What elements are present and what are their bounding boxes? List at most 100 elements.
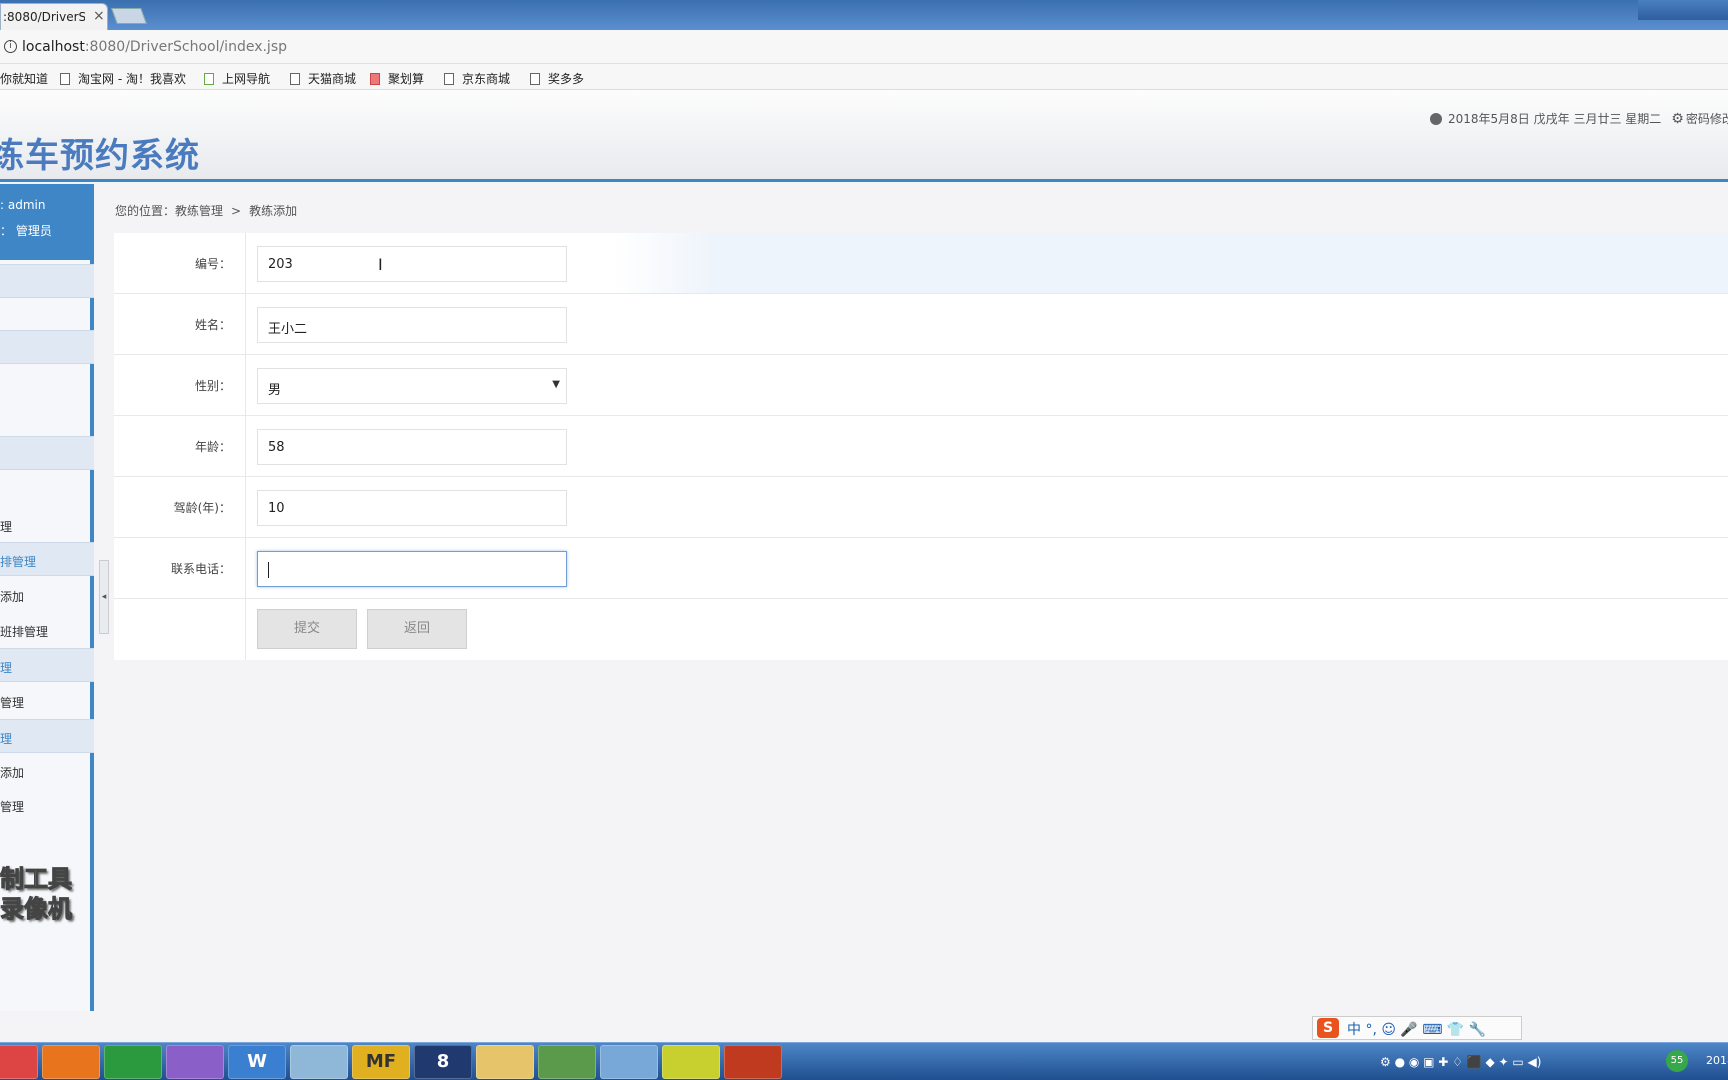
vmware-icon[interactable] — [600, 1045, 658, 1079]
form-actions: 提交 返回 — [114, 599, 1728, 660]
ibeam-cursor-icon: I — [378, 255, 383, 274]
field-label: 性别： — [194, 379, 231, 393]
sidebar-item-label: 理 — [0, 520, 13, 534]
recorder-icon[interactable] — [724, 1045, 782, 1079]
sidebar-section[interactable] — [0, 436, 94, 470]
firefox-icon[interactable] — [42, 1045, 100, 1079]
back-button[interactable]: 返回 — [367, 609, 467, 649]
sidebar-section[interactable] — [0, 330, 94, 364]
bookmark-item[interactable]: 淘宝网 - 淘！我喜欢 — [60, 70, 186, 87]
form-row-age: 年龄： 58 — [114, 416, 1728, 477]
gender-select-value: 男 — [268, 383, 282, 398]
picasa-icon[interactable] — [166, 1045, 224, 1079]
dropdown-arrow-icon: ▼ — [552, 379, 560, 390]
sidebar-item[interactable]: 理 — [0, 508, 94, 542]
text-caret — [268, 562, 269, 578]
close-icon[interactable]: × — [93, 8, 105, 24]
sidebar-item-label: 管理 — [0, 696, 25, 710]
sidebar-item[interactable] — [0, 366, 94, 400]
label-cell: 姓名： — [114, 294, 246, 355]
bookmark-item[interactable]: 京东商城 — [444, 70, 510, 87]
sidebar-section[interactable]: 理 — [0, 719, 94, 753]
gear-icon[interactable]: ⚙ — [1671, 111, 1684, 127]
submit-button[interactable]: 提交 — [257, 609, 357, 649]
bookmark-item[interactable]: 聚划算 — [370, 70, 424, 87]
user-name: : admin — [0, 198, 46, 212]
page-icon — [530, 73, 540, 85]
user-info: : admin ： 管理员 — [0, 184, 94, 260]
url-path: :8080/DriverSchool/index.jsp — [84, 39, 288, 55]
chrome-icon[interactable] — [0, 1045, 38, 1079]
folder-icon[interactable] — [476, 1045, 534, 1079]
label-cell — [114, 599, 246, 660]
ime-status[interactable]: 中 °, ☺ 🎤 ⌨ 👕 🔧 — [1347, 1019, 1486, 1039]
sidebar-item-label: 排管理 — [0, 555, 37, 569]
bookmark-item[interactable]: 奖多多 — [530, 70, 584, 87]
label-cell: 编号： — [114, 233, 246, 294]
ime-toolbar[interactable]: S 中 °, ☺ 🎤 ⌨ 👕 🔧 — [1312, 1016, 1522, 1040]
label-cell: 联系电话： — [114, 538, 246, 599]
form-row-id: 编号： 203 — [114, 233, 1728, 294]
new-tab-button[interactable] — [111, 8, 147, 24]
sidebar-item[interactable] — [0, 299, 94, 333]
sidebar-item[interactable]: 班排管理 — [0, 613, 94, 647]
field-label: 年龄： — [194, 440, 231, 454]
gender-select[interactable]: 男 ▼ — [257, 368, 567, 404]
sogou-icon[interactable]: S — [1317, 1018, 1339, 1038]
music-icon[interactable] — [662, 1045, 720, 1079]
url-host: localhost — [22, 39, 85, 55]
network-badge-icon[interactable]: 55 — [1666, 1050, 1688, 1072]
sidebar-section[interactable] — [0, 264, 94, 298]
window-controls[interactable] — [1638, 0, 1728, 20]
sidebar-collapse-handle[interactable]: ◂ — [99, 560, 109, 634]
driving-years-input[interactable]: 10 — [257, 490, 567, 526]
sidebar-item[interactable]: 添加 — [0, 754, 94, 788]
sidebar-section[interactable]: 排管理 — [0, 542, 94, 576]
sidebar-item[interactable]: 管理 — [0, 684, 94, 718]
url-text[interactable]: localhost:8080/DriverSchool/index.jsp — [22, 39, 287, 55]
page-icon — [290, 73, 300, 85]
bookmark-label: 奖多多 — [548, 72, 585, 86]
recorder-watermark: 制工具 录像机 — [0, 864, 73, 924]
password-change-link[interactable]: 密码修改 — [1686, 112, 1728, 126]
breadcrumb-current: 教练添加 — [249, 204, 298, 218]
tab-title: :8080/DriverS — [3, 10, 85, 24]
name-input[interactable]: 王小二 — [257, 307, 567, 343]
phone-input[interactable] — [257, 551, 567, 587]
bookmark-item[interactable]: 上网导航 — [204, 70, 270, 87]
form-row-phone: 联系电话： — [114, 538, 1728, 599]
page-icon — [444, 73, 454, 85]
info-icon[interactable]: i — [4, 40, 17, 53]
breadcrumb-separator: > — [231, 204, 242, 218]
header-info: 2018年5月8日 戊戌年 三月廿三 星期二 ⚙ 密码修改 — [1430, 110, 1728, 127]
field-label: 姓名： — [194, 318, 231, 332]
sidebar-section[interactable]: 理 — [0, 648, 94, 682]
browser-tabbar: :8080/DriverS × — [0, 0, 1728, 30]
chart-app-icon[interactable] — [538, 1045, 596, 1079]
sidebar-item-label: 管理 — [0, 800, 25, 814]
ie-icon[interactable] — [104, 1045, 162, 1079]
bookmark-item[interactable]: 你就知道 — [0, 70, 48, 87]
taskbar: W MF 8 ⚙ ● ◉ ▣ ✚ ♢ ⬛ ◆ ✦ ▭ ◀) — [0, 1042, 1728, 1080]
app-title: 练车预约系统 — [0, 136, 200, 176]
browser-tab[interactable]: :8080/DriverS × — [0, 3, 108, 30]
address-bar[interactable]: i localhost:8080/DriverSchool/index.jsp — [0, 30, 1728, 64]
id-input[interactable]: 203 — [257, 246, 567, 282]
sidebar: : admin ： 管理员 理 排管理 添加 班排管理 理 管理 理 添加 管理… — [0, 184, 94, 1011]
watermark-line: 制工具 — [0, 865, 73, 894]
mf-icon[interactable]: MF — [352, 1045, 410, 1079]
bookmark-item[interactable]: 天猫商城 — [290, 70, 356, 87]
tray-clock[interactable]: 2018 — [1706, 1054, 1728, 1067]
coach-add-form: 编号： 203 姓名： 王小二 性别： 男 ▼ 年龄： 58 驾龄(年)： 10 … — [114, 233, 1728, 660]
nav-icon — [204, 73, 214, 85]
sidebar-item-label: 添加 — [0, 590, 25, 604]
eclipse-icon[interactable]: 8 — [414, 1045, 472, 1079]
label-cell: 驾龄(年)： — [114, 477, 246, 538]
age-input[interactable]: 58 — [257, 429, 567, 465]
sidebar-item[interactable]: 管理 — [0, 788, 94, 822]
notepad-icon[interactable] — [290, 1045, 348, 1079]
system-tray[interactable]: ⚙ ● ◉ ▣ ✚ ♢ ⬛ ◆ ✦ ▭ ◀) — [1380, 1055, 1541, 1069]
sidebar-item[interactable]: 添加 — [0, 578, 94, 612]
wps-icon[interactable]: W — [228, 1045, 286, 1079]
bookmarks-bar: 你就知道 淘宝网 - 淘！我喜欢 上网导航 天猫商城 聚划算 京东商城 奖多多 — [0, 64, 1728, 90]
